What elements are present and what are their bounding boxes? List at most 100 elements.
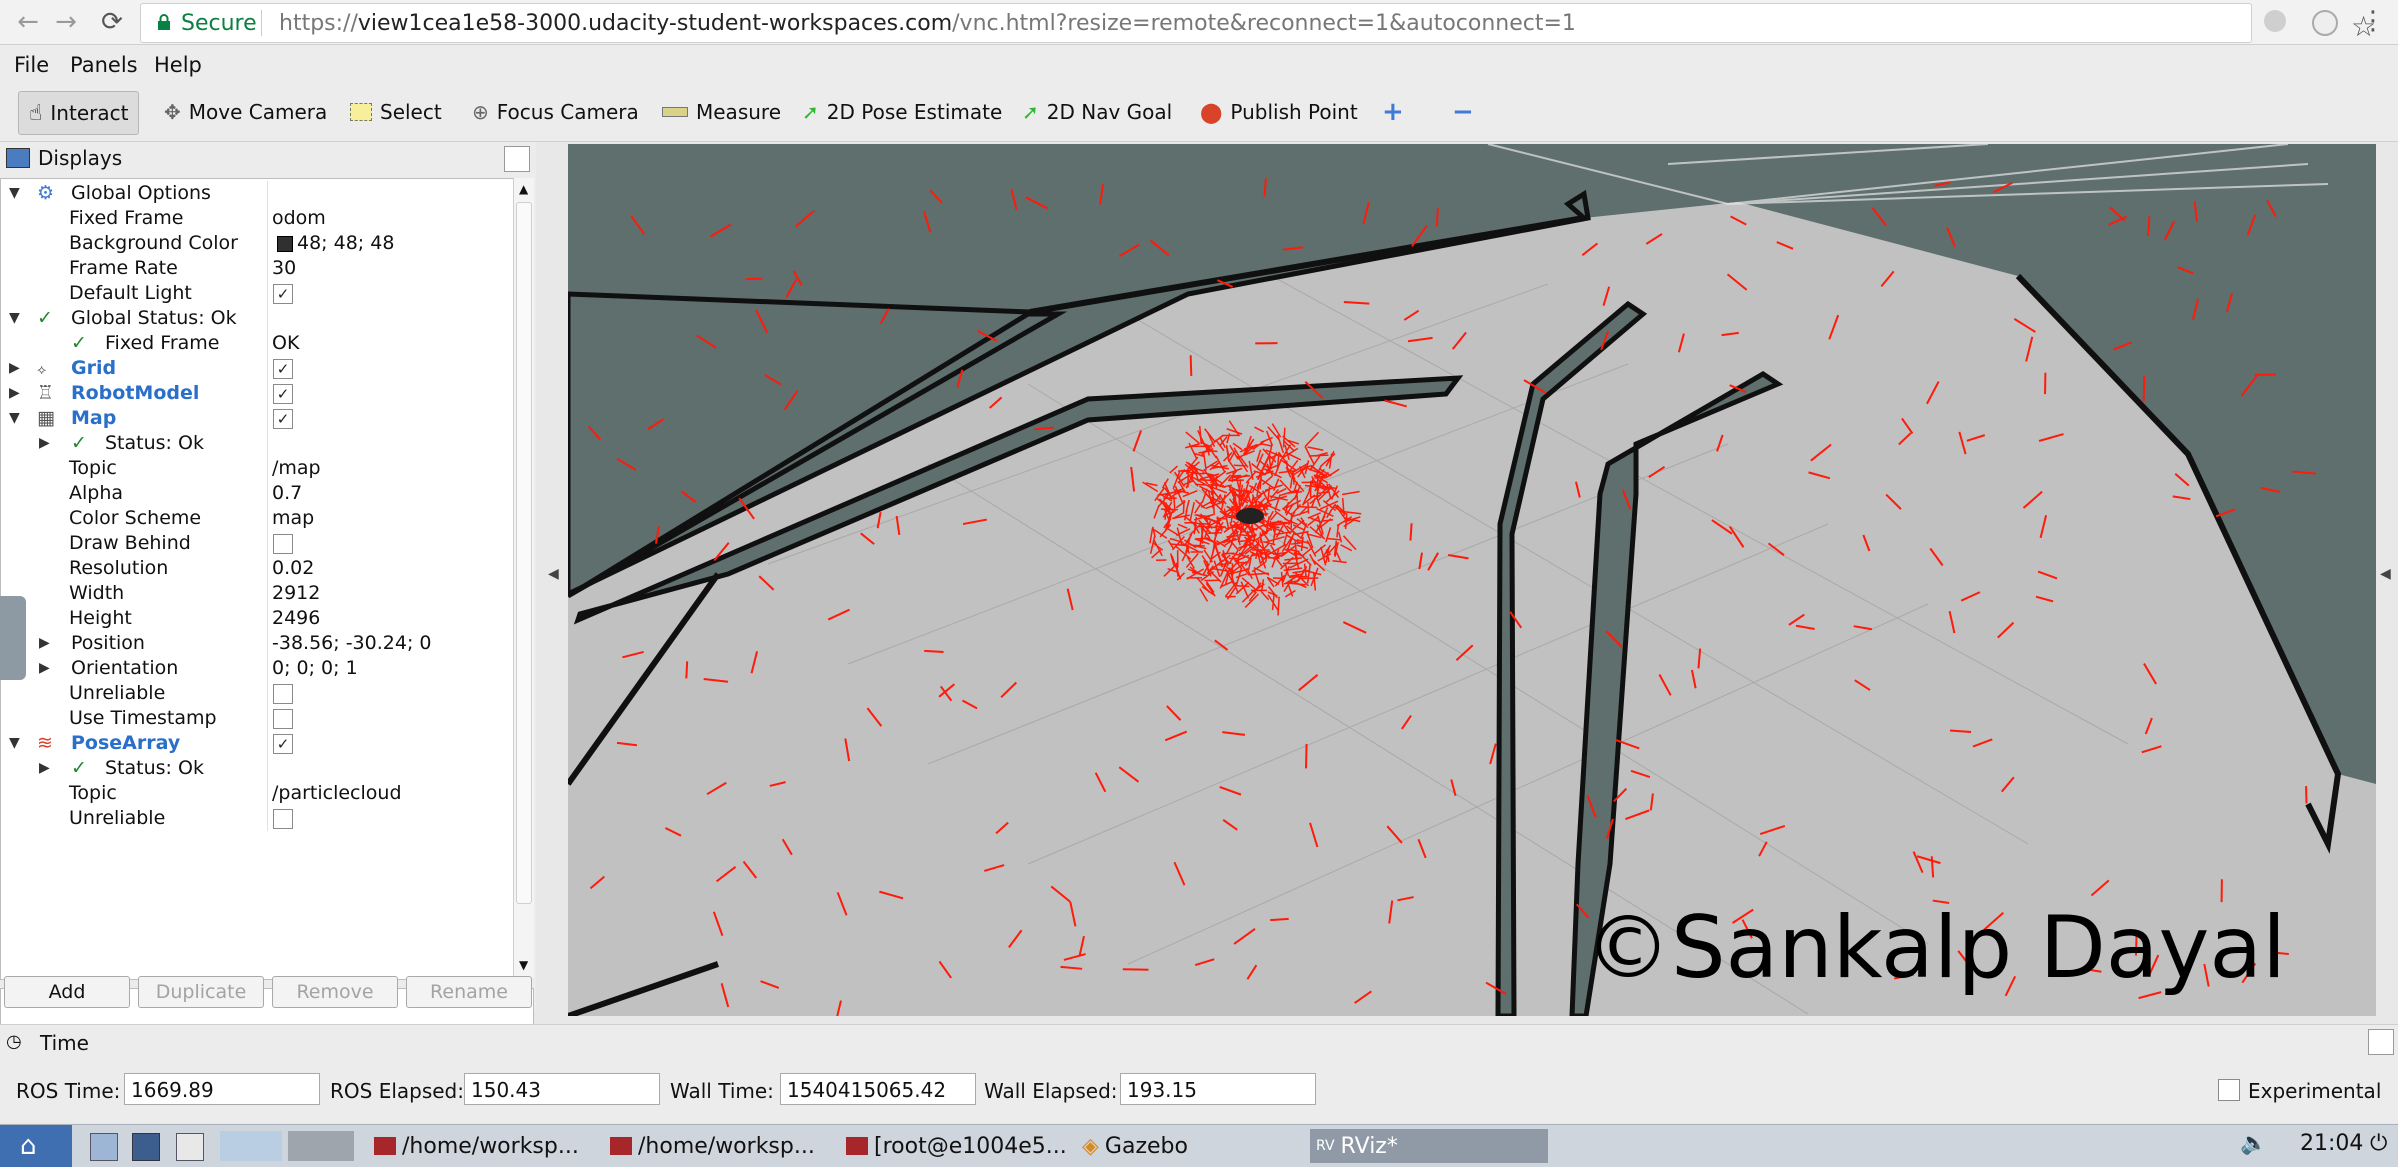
tree-row-checkbox[interactable] <box>273 684 293 704</box>
tree-row[interactable]: Fixed Frameodom <box>1 206 517 231</box>
time-panel-float-button[interactable] <box>2368 1029 2394 1055</box>
expand-arrow-icon[interactable]: ▼ <box>9 310 20 326</box>
expand-arrow-icon[interactable]: ▼ <box>9 185 20 201</box>
scroll-thumb[interactable] <box>516 202 532 904</box>
tree-row[interactable]: Color Schememap <box>1 506 517 531</box>
remove-tool-minus-icon[interactable]: − <box>1442 91 1484 133</box>
tree-row[interactable]: ✓Fixed FrameOK <box>1 331 517 356</box>
tree-row[interactable]: ▼⚙Global Options <box>1 181 517 206</box>
right-collapse-icon[interactable]: ◀ <box>2380 566 2391 582</box>
tree-row-checkbox[interactable]: ✓ <box>273 384 293 404</box>
extension-icon[interactable] <box>2264 10 2286 32</box>
menu-file[interactable]: File <box>14 53 49 77</box>
tree-row[interactable]: ▼✓Global Status: Ok <box>1 306 517 331</box>
tree-row[interactable]: ▶⟡Grid✓ <box>1 356 517 381</box>
publish-point-button[interactable]: ⬤ Publish Point <box>1190 91 1368 133</box>
tree-row[interactable]: ▶✓Status: Ok <box>1 756 517 781</box>
tree-row[interactable]: Width2912 <box>1 581 517 606</box>
left-collapse-icon[interactable]: ◀ <box>548 566 559 582</box>
terminal-launcher-icon[interactable] <box>132 1133 160 1161</box>
add-tool-plus-icon[interactable]: + <box>1372 91 1414 133</box>
move-camera-button[interactable]: ✥ Move Camera <box>154 91 337 133</box>
tree-row[interactable]: Use Timestamp <box>1 706 517 731</box>
tree-row[interactable]: Resolution0.02 <box>1 556 517 581</box>
tree-row-checkbox[interactable]: ✓ <box>273 734 293 754</box>
expand-arrow-icon[interactable]: ▶ <box>9 360 20 376</box>
duplicate-display-button[interactable]: Duplicate <box>138 976 264 1008</box>
tree-row[interactable]: ▶♖RobotModel✓ <box>1 381 517 406</box>
interact-tool-button[interactable]: ☝ Interact <box>18 91 139 135</box>
tree-row[interactable]: Height2496 <box>1 606 517 631</box>
tree-row[interactable]: ▶✓Status: Ok <box>1 431 517 456</box>
tree-row[interactable]: Draw Behind <box>1 531 517 556</box>
nav-goal-button[interactable]: ➚ 2D Nav Goal <box>1012 91 1182 133</box>
wall-time-field[interactable]: 1540415065.42 <box>780 1073 976 1105</box>
wall-elapsed-field[interactable]: 193.15 <box>1120 1073 1316 1105</box>
desktop-pager-1[interactable] <box>220 1131 282 1161</box>
start-menu-button[interactable]: ⌂ <box>0 1125 72 1167</box>
ros-elapsed-field[interactable]: 150.43 <box>464 1073 660 1105</box>
focus-camera-button[interactable]: ⊕ Focus Camera <box>462 91 649 133</box>
expand-arrow-icon[interactable]: ▶ <box>39 635 50 651</box>
task-rviz[interactable]: RVRViz* <box>1310 1129 1548 1163</box>
tree-row[interactable]: Alpha0.7 <box>1 481 517 506</box>
menu-dots-icon[interactable]: ⋮ <box>2360 6 2386 36</box>
tree-row[interactable]: Topic/particlecloud <box>1 781 517 806</box>
menu-help[interactable]: Help <box>154 53 202 77</box>
rename-display-button[interactable]: Rename <box>406 976 532 1008</box>
scroll-down-icon[interactable]: ▼ <box>519 958 528 972</box>
tree-row-checkbox[interactable]: ✓ <box>273 409 293 429</box>
expand-arrow-icon[interactable]: ▶ <box>39 760 50 776</box>
tree-row[interactable]: ▶Position-38.56; -30.24; 0 <box>1 631 517 656</box>
tree-row[interactable]: Frame Rate30 <box>1 256 517 281</box>
panel-float-button[interactable] <box>504 146 530 172</box>
address-bar[interactable]: Secure https://view1cea1e58-3000.udacity… <box>140 3 2252 43</box>
select-tool-button[interactable]: Select <box>340 91 452 133</box>
tree-row[interactable]: Background Color48; 48; 48 <box>1 231 517 256</box>
profile-icon[interactable] <box>2312 10 2338 36</box>
desktop-pager-2[interactable] <box>288 1131 354 1161</box>
power-icon[interactable]: ⏻ <box>2370 1131 2387 1156</box>
tree-row[interactable]: ▶Orientation0; 0; 0; 1 <box>1 656 517 681</box>
expand-arrow-icon[interactable]: ▶ <box>9 385 20 401</box>
reload-icon[interactable]: ⟳ <box>96 6 128 38</box>
rviz-3d-viewport[interactable]: ©Sankalp Dayal <box>568 144 2376 1016</box>
tree-row[interactable]: ▼≋PoseArray✓ <box>1 731 517 756</box>
expand-arrow-icon[interactable]: ▼ <box>9 410 20 426</box>
color-swatch[interactable] <box>277 236 293 252</box>
pose-estimate-button[interactable]: ➚ 2D Pose Estimate <box>792 91 1012 133</box>
experimental-checkbox[interactable] <box>2218 1079 2240 1101</box>
task-terminal-3[interactable]: [root@e1004e5... <box>840 1129 1073 1163</box>
window-icon[interactable] <box>176 1133 204 1161</box>
task-terminal-2[interactable]: /home/worksp... <box>604 1129 821 1163</box>
tree-row-checkbox[interactable] <box>273 534 293 554</box>
measure-tool-button[interactable]: Measure <box>652 91 791 133</box>
file-manager-icon[interactable] <box>90 1133 118 1161</box>
task-gazebo[interactable]: ◈Gazebo <box>1076 1129 1194 1163</box>
expand-arrow-icon[interactable]: ▶ <box>39 660 50 676</box>
remove-display-button[interactable]: Remove <box>272 976 398 1008</box>
forward-icon[interactable]: → <box>50 6 82 38</box>
tree-row-checkbox[interactable] <box>273 709 293 729</box>
tree-scrollbar[interactable]: ▲ ▼ <box>513 178 534 978</box>
displays-tree[interactable]: ▼⚙Global OptionsFixed FrameodomBackgroun… <box>0 178 518 980</box>
tree-row[interactable]: Topic/map <box>1 456 517 481</box>
scroll-up-icon[interactable]: ▲ <box>519 182 528 196</box>
add-display-button[interactable]: Add <box>4 976 130 1008</box>
tree-row-checkbox[interactable]: ✓ <box>273 284 293 304</box>
expand-arrow-icon[interactable]: ▶ <box>39 435 50 451</box>
tree-row[interactable]: Default Light✓ <box>1 281 517 306</box>
ros-time-field[interactable]: 1669.89 <box>124 1073 320 1105</box>
tree-row[interactable]: Unreliable <box>1 806 517 831</box>
expand-arrow-icon[interactable]: ▼ <box>9 735 20 751</box>
volume-icon[interactable]: 🔈 <box>2240 1131 2267 1156</box>
side-dock-tab[interactable] <box>0 596 26 680</box>
tree-row[interactable]: ▼▦Map✓ <box>1 406 517 431</box>
tree-row-checkbox[interactable]: ✓ <box>273 359 293 379</box>
back-icon[interactable]: ← <box>12 6 44 38</box>
tree-row-checkbox[interactable] <box>273 809 293 829</box>
menu-panels[interactable]: Panels <box>70 53 138 77</box>
task-terminal-1[interactable]: /home/worksp... <box>368 1129 585 1163</box>
url-text[interactable]: https://view1cea1e58-3000.udacity-studen… <box>279 11 1576 36</box>
tree-row[interactable]: Unreliable <box>1 681 517 706</box>
